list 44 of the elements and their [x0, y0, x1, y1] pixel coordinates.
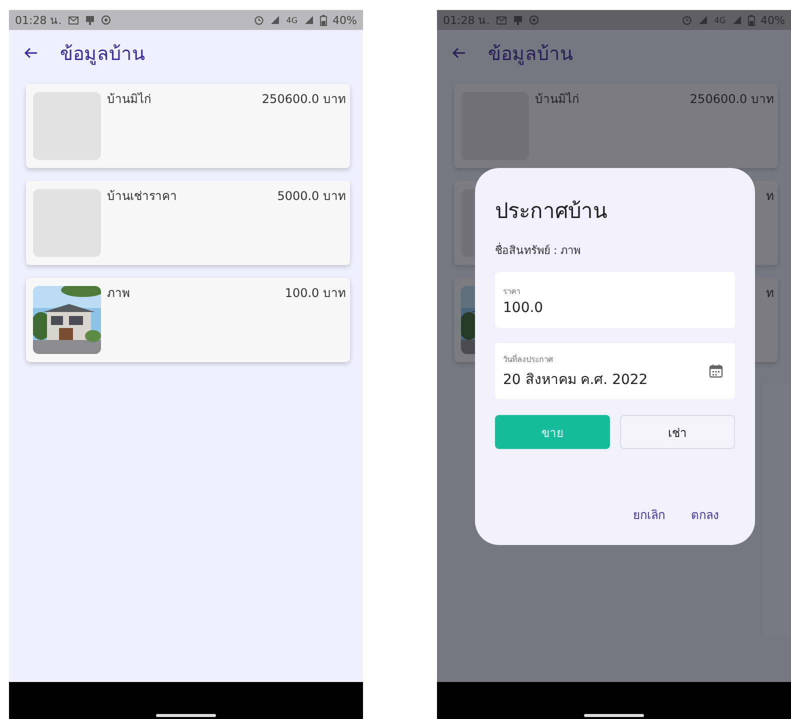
listing-card[interactable]: บ้านมิไก่ 250600.0 บาท [454, 84, 778, 168]
listing-price: 5000.0 บาท [277, 189, 346, 205]
input-field[interactable]: ราคา 100.0 [495, 272, 735, 328]
field-label: วันที่ลงประกาศ [503, 353, 553, 366]
dialog-action-button[interactable]: ตกลง [691, 505, 719, 524]
listing-price: 100.0 บาท [284, 286, 346, 302]
battery-level: 40% [332, 14, 357, 26]
battery-icon [320, 14, 327, 26]
field-value: 100.0 [503, 300, 544, 316]
listing-name: บ้านมิไก่ [107, 92, 152, 108]
signal-icon [698, 15, 708, 25]
alarm-icon [254, 15, 264, 25]
listing-card[interactable]: บ้านเช่าราคา 5000.0 บาท [26, 181, 350, 265]
dialog-action-button[interactable]: ยกเลิก [633, 505, 665, 524]
listing-card[interactable]: บ้านมิไก่ 250600.0 บาท [26, 84, 350, 168]
listing-price: 250600.0 บาท [690, 92, 774, 108]
mail-icon [68, 16, 79, 24]
field-value: 20 สิงหาคม ค.ศ. 2022 [503, 370, 648, 390]
network-label: 4G [286, 16, 298, 24]
home-handle[interactable] [584, 714, 644, 717]
signal-icon [304, 15, 314, 25]
listing-price: ท [766, 286, 774, 302]
option-button[interactable]: เช่า [620, 415, 735, 449]
home-handle[interactable] [156, 714, 216, 717]
screen-title: ข้อมูลบ้าน [488, 42, 573, 67]
listing-price: ท [766, 189, 774, 205]
listing-price: 250600.0 บาท [262, 92, 346, 108]
battery-icon [748, 14, 755, 26]
listing-name: บ้านมิไก่ [535, 92, 580, 108]
asset-label: ชื่อสินทรัพย์ : ภาพ [495, 242, 581, 259]
screen-title: ข้อมูลบ้าน [60, 42, 145, 67]
status-time: 01:28 น. [15, 13, 62, 29]
listing-name: ภาพ [107, 286, 131, 302]
dialog-title: ประกาศบ้าน [495, 198, 607, 225]
listing-card[interactable]: ภาพ 100.0 บาท [26, 278, 350, 362]
signal-icon [270, 15, 280, 25]
signal-icon [732, 15, 742, 25]
listing-name: บ้านเช่าราคา [107, 189, 178, 205]
date-field[interactable]: วันที่ลงประกาศ 20 สิงหาคม ค.ศ. 2022 [495, 343, 735, 399]
mail-icon [496, 16, 507, 24]
alarm-icon [682, 15, 692, 25]
back-icon[interactable] [24, 46, 38, 58]
calendar-icon[interactable] [709, 364, 723, 378]
field-label: ราคา [503, 286, 520, 298]
